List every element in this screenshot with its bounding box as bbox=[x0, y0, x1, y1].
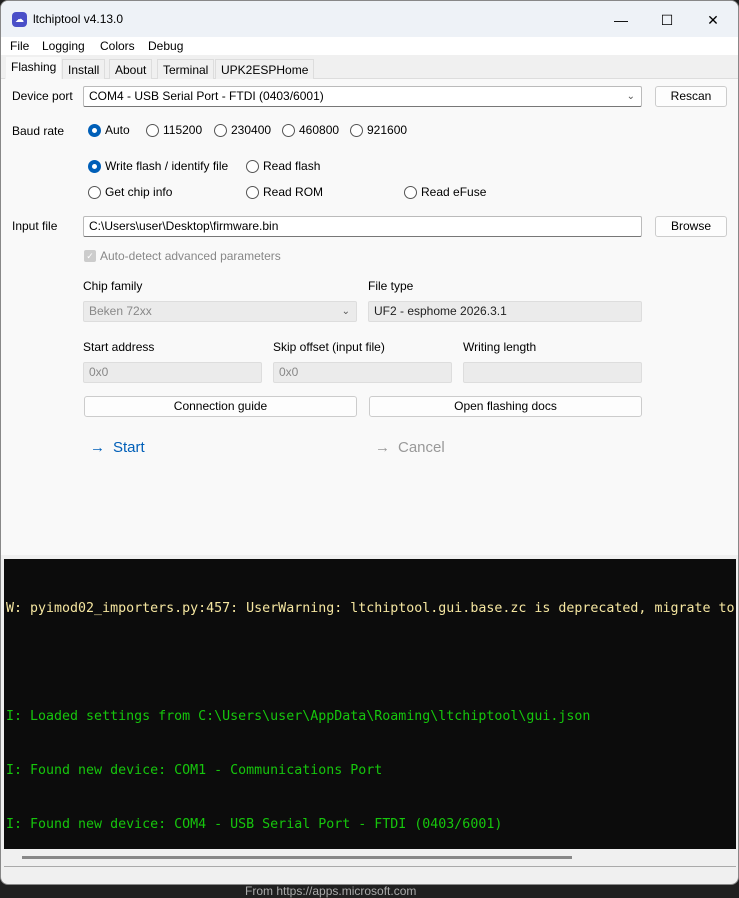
menu-debug[interactable]: Debug bbox=[148, 39, 183, 53]
log-line-info: I: Found new device: COM1 - Communicatio… bbox=[6, 763, 383, 778]
arrow-right-icon: → bbox=[375, 439, 390, 456]
log-console[interactable]: W: pyimod02_importers.py:457: UserWarnin… bbox=[4, 559, 736, 849]
chip-family-label: Chip family bbox=[83, 279, 143, 293]
op-read-efuse-radio[interactable]: Read eFuse bbox=[404, 185, 486, 199]
input-file-field[interactable]: C:\Users\user\Desktop\firmware.bin bbox=[83, 216, 642, 237]
arrow-right-icon: → bbox=[90, 439, 105, 456]
skip-offset-label: Skip offset (input file) bbox=[273, 340, 385, 354]
radio-label: 230400 bbox=[231, 123, 272, 137]
connection-guide-button[interactable]: Connection guide bbox=[84, 396, 357, 417]
title-bar: ☁ ltchiptool v4.13.0 — ☐ ✕ bbox=[1, 1, 738, 37]
file-type-label: File type bbox=[368, 279, 414, 293]
chip-family-select[interactable]: Beken 72xx ⌄ bbox=[83, 301, 357, 322]
rescan-button[interactable]: Rescan bbox=[655, 86, 727, 107]
log-horizontal-scrollbar[interactable] bbox=[4, 849, 736, 867]
scrollbar-thumb[interactable] bbox=[22, 856, 572, 859]
maximize-button[interactable]: ☐ bbox=[644, 7, 690, 33]
cancel-label: Cancel bbox=[398, 439, 445, 456]
menu-file[interactable]: File bbox=[10, 39, 29, 53]
radio-label: 460800 bbox=[299, 123, 340, 137]
radio-label: Get chip info bbox=[105, 185, 173, 199]
chevron-down-icon: ⌄ bbox=[626, 91, 635, 102]
checkmark-icon: ✓ bbox=[84, 250, 96, 262]
radio-label: Write flash / identify file bbox=[105, 159, 229, 173]
log-line-warning: W: pyimod02_importers.py:457: UserWarnin… bbox=[6, 601, 735, 616]
file-type-field: UF2 - esphome 2026.3.1 bbox=[368, 301, 642, 322]
chip-family-value: Beken 72xx bbox=[89, 304, 152, 318]
baud-115200-radio[interactable]: 115200 bbox=[146, 123, 202, 137]
minimize-button[interactable]: — bbox=[598, 7, 644, 33]
start-address-label: Start address bbox=[83, 340, 155, 354]
op-read-flash-radio[interactable]: Read flash bbox=[246, 159, 320, 173]
op-write-flash-radio[interactable]: Write flash / identify file bbox=[88, 159, 228, 173]
writing-length-label: Writing length bbox=[463, 340, 537, 354]
op-read-rom-radio[interactable]: Read ROM bbox=[246, 185, 323, 199]
tab-about[interactable]: About bbox=[109, 59, 153, 79]
baud-921600-radio[interactable]: 921600 bbox=[350, 123, 407, 137]
start-button[interactable]: → Start bbox=[90, 439, 145, 456]
browse-button[interactable]: Browse bbox=[655, 216, 727, 237]
log-line-info: I: Loaded settings from C:\Users\user\Ap… bbox=[6, 709, 591, 724]
background-text: From https://apps.microsoft.com bbox=[245, 884, 417, 898]
input-file-label: Input file bbox=[12, 219, 58, 233]
menu-colors[interactable]: Colors bbox=[100, 39, 135, 53]
baud-rate-label: Baud rate bbox=[12, 124, 65, 138]
start-label: Start bbox=[113, 439, 145, 456]
auto-detect-checkbox[interactable]: ✓ Auto-detect advanced parameters bbox=[84, 249, 281, 263]
tab-upk2esphome[interactable]: UPK2ESPHome bbox=[215, 59, 315, 79]
baud-460800-radio[interactable]: 460800 bbox=[282, 123, 339, 137]
tab-flashing[interactable]: Flashing bbox=[5, 56, 63, 79]
radio-label: 921600 bbox=[367, 123, 408, 137]
tab-install[interactable]: Install bbox=[62, 59, 106, 79]
flashing-panel: Device port COM4 - USB Serial Port - FTD… bbox=[1, 79, 738, 555]
window-title: ltchiptool v4.13.0 bbox=[33, 12, 124, 26]
radio-label: 115200 bbox=[163, 123, 203, 137]
skip-offset-field[interactable]: 0x0 bbox=[273, 362, 452, 383]
writing-length-field[interactable] bbox=[463, 362, 642, 383]
device-port-value: COM4 - USB Serial Port - FTDI (0403/6001… bbox=[89, 89, 324, 103]
open-flashing-docs-button[interactable]: Open flashing docs bbox=[369, 396, 642, 417]
app-cloud-icon: ☁ bbox=[12, 12, 27, 27]
chevron-down-icon: ⌄ bbox=[341, 306, 350, 317]
radio-label: Read eFuse bbox=[421, 185, 487, 199]
radio-label: Read ROM bbox=[263, 185, 324, 199]
radio-label: Read flash bbox=[263, 159, 321, 173]
app-window: ☁ ltchiptool v4.13.0 — ☐ ✕ File Logging … bbox=[0, 0, 739, 885]
device-port-label: Device port bbox=[12, 89, 73, 103]
start-address-field[interactable]: 0x0 bbox=[83, 362, 262, 383]
device-port-select[interactable]: COM4 - USB Serial Port - FTDI (0403/6001… bbox=[83, 86, 642, 107]
menu-logging[interactable]: Logging bbox=[42, 39, 85, 53]
radio-label: Auto bbox=[105, 123, 130, 137]
log-line-blank bbox=[6, 654, 736, 672]
baud-auto-radio[interactable]: Auto bbox=[88, 123, 130, 137]
menu-bar: File Logging Colors Debug bbox=[1, 37, 738, 55]
op-chip-info-radio[interactable]: Get chip info bbox=[88, 185, 172, 199]
baud-230400-radio[interactable]: 230400 bbox=[214, 123, 271, 137]
log-line-info: I: Found new device: COM4 - USB Serial P… bbox=[6, 817, 503, 832]
tab-bar: Flashing Install About Terminal UPK2ESPH… bbox=[1, 56, 738, 79]
checkbox-label: Auto-detect advanced parameters bbox=[100, 249, 281, 263]
tab-terminal[interactable]: Terminal bbox=[157, 59, 215, 79]
close-button[interactable]: ✕ bbox=[690, 7, 736, 33]
cancel-button[interactable]: → Cancel bbox=[375, 439, 445, 456]
